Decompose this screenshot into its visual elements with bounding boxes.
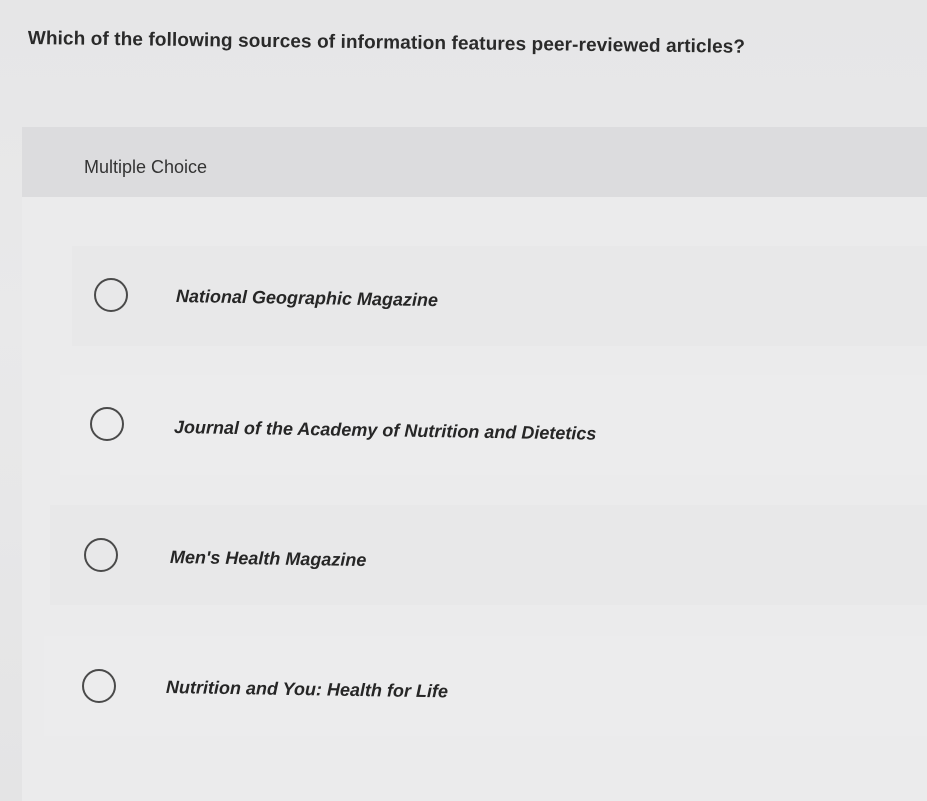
- multiple-choice-label: Multiple Choice: [84, 157, 208, 177]
- option-row-2[interactable]: Journal of the Academy of Nutrition and …: [60, 375, 927, 475]
- option-label-4[interactable]: Nutrition and You: Health for Life: [166, 677, 448, 702]
- option-row-4[interactable]: Nutrition and You: Health for Life: [44, 636, 927, 736]
- panel-header: Multiple Choice: [22, 127, 927, 197]
- radio-button-1[interactable]: [94, 278, 128, 312]
- option-label-3[interactable]: Men's Health Magazine: [170, 547, 367, 571]
- option-label-1[interactable]: National Geographic Magazine: [176, 286, 438, 311]
- radio-button-3[interactable]: [84, 538, 118, 572]
- option-label-2[interactable]: Journal of the Academy of Nutrition and …: [174, 417, 597, 445]
- radio-button-4[interactable]: [82, 669, 116, 703]
- option-row-1[interactable]: National Geographic Magazine: [72, 246, 927, 346]
- question-text: Which of the following sources of inform…: [27, 28, 746, 58]
- radio-button-2[interactable]: [90, 407, 124, 441]
- option-row-3[interactable]: Men's Health Magazine: [50, 505, 927, 605]
